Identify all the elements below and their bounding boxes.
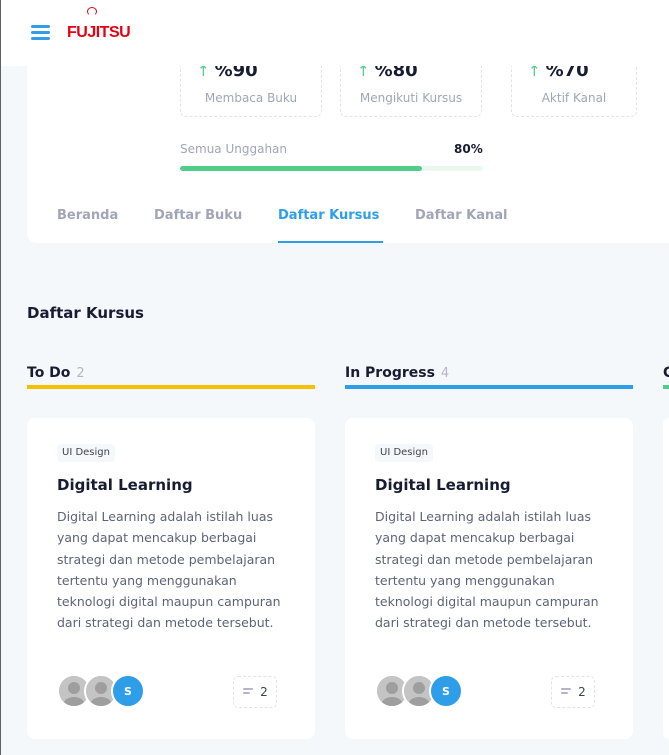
stat-label: Mengikuti Kursus bbox=[359, 91, 463, 105]
comment-icon bbox=[560, 687, 572, 697]
card-description: Digital Learning adalah istilah luas yan… bbox=[375, 509, 599, 631]
card-description: Digital Learning adalah istilah luas yan… bbox=[57, 509, 281, 631]
avatar-initial[interactable]: S bbox=[111, 674, 145, 708]
stat-label: Membaca Buku bbox=[204, 91, 298, 105]
course-card-partial[interactable] bbox=[663, 418, 669, 739]
category-tag: UI Design bbox=[57, 444, 115, 462]
card-title[interactable]: Digital Learning bbox=[375, 476, 511, 494]
column-bar-todo bbox=[27, 385, 315, 389]
menu-icon[interactable] bbox=[31, 25, 50, 40]
top-header: FUJITSU bbox=[1, 0, 669, 66]
member-avatars: S bbox=[375, 674, 485, 708]
comment-icon bbox=[242, 687, 254, 697]
window-left-border bbox=[0, 0, 1, 755]
member-avatars: S bbox=[57, 674, 167, 708]
column-count: 2 bbox=[76, 366, 85, 381]
progress-bar-fill bbox=[180, 166, 423, 171]
column-header-in-progress: In Progress 4 bbox=[345, 365, 450, 381]
active-tab-indicator bbox=[278, 241, 383, 243]
column-header-partial: C bbox=[663, 365, 669, 381]
course-card[interactable]: UI Design Digital Learning Digital Learn… bbox=[27, 418, 315, 739]
progress-percent: 80% bbox=[454, 142, 483, 156]
column-header-todo: To Do 2 bbox=[27, 365, 85, 381]
section-title: Daftar Kursus bbox=[27, 304, 144, 322]
logo-infinity-mark bbox=[87, 7, 97, 16]
fujitsu-logo[interactable]: FUJITSU bbox=[67, 7, 131, 50]
tab-daftar-kursus[interactable]: Daftar Kursus bbox=[278, 208, 379, 223]
stat-label: Aktif Kanal bbox=[541, 91, 607, 105]
avatar-initial[interactable]: S bbox=[429, 674, 463, 708]
column-count: 4 bbox=[440, 366, 450, 381]
course-card[interactable]: UI Design Digital Learning Digital Learn… bbox=[345, 418, 633, 739]
comment-count: 2 bbox=[578, 685, 586, 699]
category-tag: UI Design bbox=[375, 444, 433, 462]
progress-label: Semua Unggahan bbox=[180, 142, 288, 156]
column-bar-partial bbox=[663, 385, 669, 389]
tab-daftar-buku[interactable]: Daftar Buku bbox=[154, 208, 242, 223]
column-bar-in-progress bbox=[345, 385, 633, 389]
tab-daftar-kanal[interactable]: Daftar Kanal bbox=[415, 208, 507, 223]
comments-button[interactable]: 2 bbox=[233, 676, 277, 708]
comment-count: 2 bbox=[260, 685, 268, 699]
card-title[interactable]: Digital Learning bbox=[57, 476, 193, 494]
comments-button[interactable]: 2 bbox=[551, 676, 595, 708]
tab-beranda[interactable]: Beranda bbox=[57, 208, 118, 223]
progress-bar bbox=[180, 166, 483, 171]
